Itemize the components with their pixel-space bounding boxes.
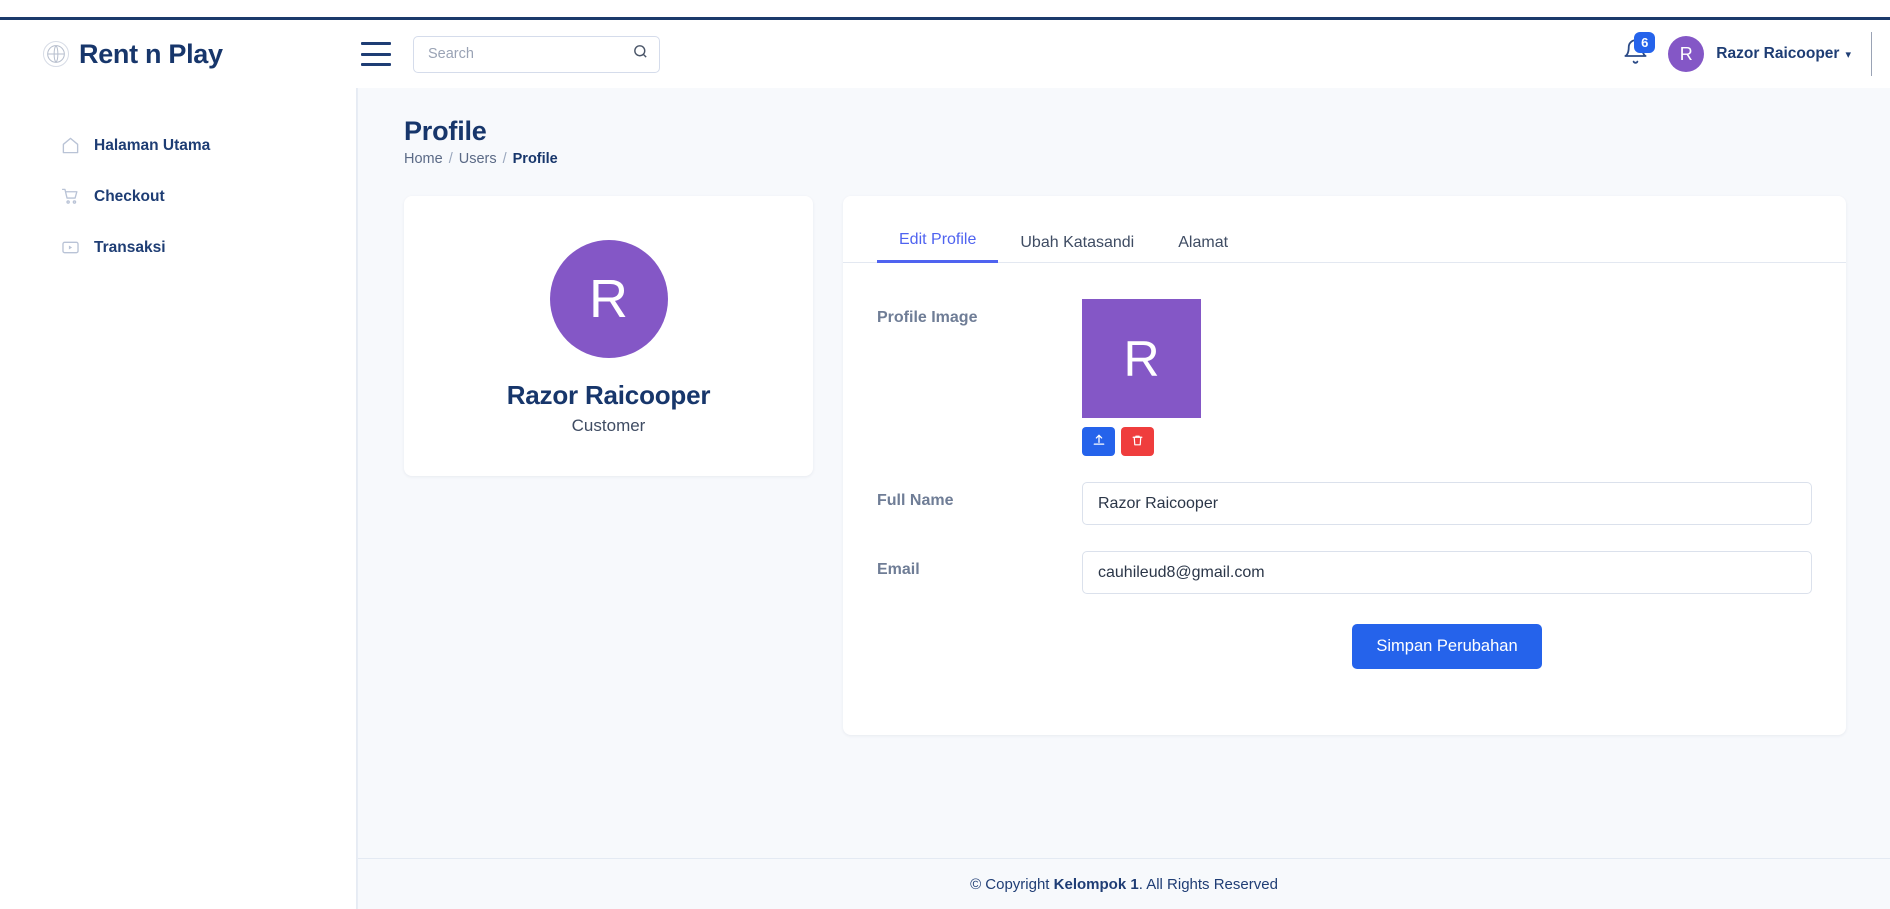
transaction-card-icon xyxy=(60,237,81,258)
breadcrumb-home[interactable]: Home xyxy=(404,151,443,167)
email-row: Email xyxy=(877,551,1812,594)
sidebar-item-transaksi[interactable]: Transaksi xyxy=(0,222,356,273)
search-icon[interactable] xyxy=(632,43,649,65)
tab-ubah-katasandi[interactable]: Ubah Katasandi xyxy=(998,222,1156,263)
sidebar-item-label: Halaman Utama xyxy=(94,137,210,155)
submit-row: Simpan Perubahan xyxy=(877,620,1812,669)
full-name-label: Full Name xyxy=(877,482,1082,510)
main-content: Profile Home / Users / Profile R Razor R… xyxy=(357,88,1890,909)
home-icon xyxy=(60,135,81,156)
navbar-right-group: 6 R Razor Raicooper ▾ xyxy=(1614,32,1890,76)
breadcrumb-separator: / xyxy=(449,151,453,167)
save-button[interactable]: Simpan Perubahan xyxy=(1352,624,1541,669)
full-name-input[interactable] xyxy=(1082,482,1812,525)
profile-name: Razor Raicooper xyxy=(424,380,793,411)
search-input[interactable] xyxy=(428,46,632,62)
footer-brand: Kelompok 1 xyxy=(1054,876,1139,893)
profile-image-label: Profile Image xyxy=(877,299,1082,327)
chevron-down-icon: ▾ xyxy=(1845,48,1851,61)
upload-image-button[interactable] xyxy=(1082,427,1115,456)
submit-spacer xyxy=(877,620,1082,630)
edit-profile-form: Profile Image R xyxy=(843,263,1846,669)
footer: © Copyright Kelompok 1. All Rights Reser… xyxy=(358,858,1890,909)
notifications-button[interactable]: 6 xyxy=(1614,33,1656,75)
tab-alamat[interactable]: Alamat xyxy=(1156,222,1250,263)
hamburger-menu-icon[interactable] xyxy=(361,42,391,66)
email-field xyxy=(1082,551,1812,594)
app-body: Halaman Utama Checkout xyxy=(0,88,1890,909)
profile-image-row: Profile Image R xyxy=(877,299,1812,456)
browser-window: Rent n Play xyxy=(0,0,1890,909)
avatar[interactable]: R xyxy=(1668,36,1704,72)
content-inner: Profile Home / Users / Profile R Razor R… xyxy=(358,88,1890,858)
footer-prefix: © Copyright xyxy=(970,876,1054,893)
tab-edit-profile[interactable]: Edit Profile xyxy=(877,219,998,263)
trash-icon xyxy=(1131,434,1144,450)
brand-name: Rent n Play xyxy=(79,39,223,70)
breadcrumb: Home / Users / Profile xyxy=(404,151,1846,167)
sidebar: Halaman Utama Checkout xyxy=(0,88,357,909)
notification-count-badge: 6 xyxy=(1634,32,1655,53)
brand-logo[interactable]: Rent n Play xyxy=(0,39,357,70)
page-title: Profile xyxy=(404,116,1846,147)
email-label: Email xyxy=(877,551,1082,579)
user-menu-label: Razor Raicooper xyxy=(1716,45,1839,63)
full-name-field xyxy=(1082,482,1812,525)
profile-image-field: R xyxy=(1082,299,1812,456)
profile-avatar: R xyxy=(550,240,668,358)
sidebar-item-label: Transaksi xyxy=(94,239,166,257)
tab-bar: Edit Profile Ubah Katasandi Alamat xyxy=(843,196,1846,263)
submit-field: Simpan Perubahan xyxy=(1082,624,1812,669)
shopping-cart-icon xyxy=(60,186,81,207)
top-navbar: Rent n Play xyxy=(0,20,1890,88)
app-page: Rent n Play xyxy=(0,20,1890,909)
navbar-divider xyxy=(1871,32,1872,76)
globe-emblem-icon xyxy=(43,41,69,67)
breadcrumb-separator: / xyxy=(503,151,507,167)
delete-image-button[interactable] xyxy=(1121,427,1154,456)
breadcrumb-users[interactable]: Users xyxy=(459,151,497,167)
upload-icon xyxy=(1092,433,1106,450)
sidebar-item-label: Checkout xyxy=(94,188,165,206)
profile-image-actions xyxy=(1082,427,1812,456)
breadcrumb-current: Profile xyxy=(513,151,558,167)
profile-image-preview: R xyxy=(1082,299,1201,418)
profile-edit-card: Edit Profile Ubah Katasandi Alamat Profi… xyxy=(843,196,1846,735)
sidebar-item-halaman-utama[interactable]: Halaman Utama xyxy=(0,120,356,171)
search-box[interactable] xyxy=(413,36,660,73)
full-name-row: Full Name xyxy=(877,482,1812,525)
cards-row: R Razor Raicooper Customer Edit Profile … xyxy=(404,196,1846,735)
email-input[interactable] xyxy=(1082,551,1812,594)
profile-summary-card: R Razor Raicooper Customer xyxy=(404,196,813,476)
profile-role: Customer xyxy=(424,416,793,436)
browser-chrome-strip xyxy=(0,0,1890,20)
sidebar-item-checkout[interactable]: Checkout xyxy=(0,171,356,222)
user-menu-button[interactable]: Razor Raicooper ▾ xyxy=(1704,45,1851,63)
footer-suffix: . All Rights Reserved xyxy=(1139,876,1278,893)
